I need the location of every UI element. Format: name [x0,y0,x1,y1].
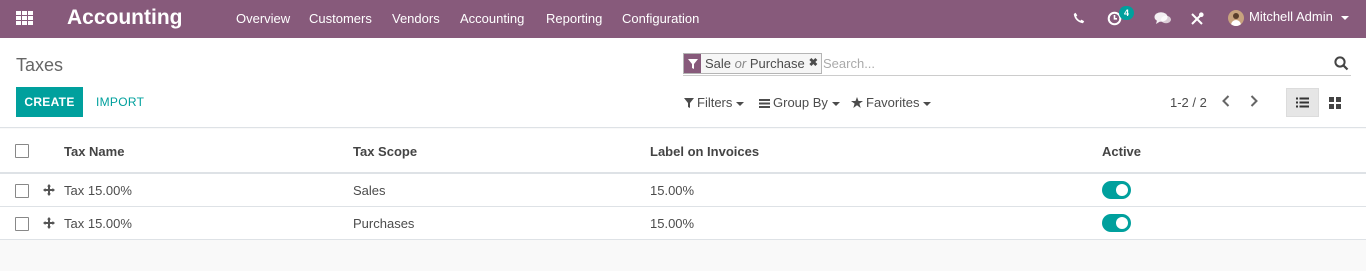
table-row[interactable]: Tax 15.00% Sales 15.00% [0,174,1366,207]
active-toggle[interactable] [1102,214,1131,232]
column-active[interactable]: Active [1102,144,1141,159]
menu-configuration[interactable]: Configuration [622,11,699,26]
search-facet[interactable]: Sale or Purchase ✖ [683,53,822,74]
close-icon[interactable]: ✖ [809,54,821,73]
filter-icon [684,54,701,73]
tax-scope-cell: Sales [353,183,386,198]
search-icon[interactable] [1334,56,1350,72]
chevron-right-icon[interactable] [1249,94,1263,110]
menu-customers[interactable]: Customers [309,11,372,26]
favorites-dropdown[interactable]: Favorites [851,95,932,110]
invoice-label-cell: 15.00% [650,216,695,231]
active-toggle[interactable] [1102,181,1131,199]
filter-icon [684,98,694,108]
drag-handle-icon[interactable] [43,184,55,196]
kanban-view-button[interactable] [1318,88,1351,117]
filters-dropdown[interactable]: Filters [684,95,745,110]
chat-icon[interactable] [1154,11,1172,29]
taxes-table: Tax Name Tax Scope Label on Invoices Act… [0,129,1366,240]
favorites-label: Favorites [866,95,920,110]
activity-count-badge: 4 [1119,6,1134,20]
bars-icon [759,99,770,108]
search-bar: Sale or Purchase ✖ [683,53,1351,76]
invoice-label-cell: 15.00% [650,183,695,198]
pager-value[interactable]: 1-2 / 2 [1170,95,1207,110]
search-input[interactable] [823,54,1303,73]
avatar [1228,10,1244,26]
tax-name-cell: Tax 15.00% [64,183,132,198]
star-icon [851,97,863,108]
menu-vendors[interactable]: Vendors [392,11,440,26]
list-view-button[interactable] [1286,88,1319,117]
chevron-down-icon [923,101,932,106]
group-by-label: Group By [773,95,828,110]
list-icon [1296,97,1309,108]
column-label-on-invoices[interactable]: Label on Invoices [650,144,759,159]
control-panel: Taxes Sale or Purchase ✖ CREATE IMPORT F… [0,38,1366,128]
drag-handle-icon[interactable] [43,217,55,229]
chevron-left-icon[interactable] [1221,94,1235,110]
page-title: Taxes [16,55,64,75]
facet-label: Sale or Purchase [705,56,805,71]
chevron-down-icon [831,101,840,106]
apps-grid-icon[interactable] [16,11,33,26]
column-tax-scope[interactable]: Tax Scope [353,144,417,159]
row-checkbox[interactable] [15,184,29,198]
menu-accounting[interactable]: Accounting [460,11,524,26]
phone-icon[interactable] [1073,12,1085,27]
row-checkbox[interactable] [15,217,29,231]
group-by-dropdown[interactable]: Group By [759,95,840,110]
menu-reporting[interactable]: Reporting [546,11,602,26]
chevron-down-icon [1341,15,1350,20]
tools-icon[interactable] [1190,12,1204,29]
table-row[interactable]: Tax 15.00% Purchases 15.00% [0,207,1366,240]
menu-overview[interactable]: Overview [236,11,290,26]
app-title[interactable]: Accounting [67,6,183,30]
chevron-down-icon [736,101,745,106]
import-button[interactable]: IMPORT [87,87,153,117]
top-navbar: Accounting Overview Customers Vendors Ac… [0,0,1366,38]
tax-name-cell: Tax 15.00% [64,216,132,231]
tax-scope-cell: Purchases [353,216,415,231]
table-header: Tax Name Tax Scope Label on Invoices Act… [0,129,1366,174]
filters-label: Filters [697,95,733,110]
user-name: Mitchell Admin [1249,9,1333,24]
kanban-icon [1328,96,1341,109]
column-tax-name[interactable]: Tax Name [64,144,124,159]
select-all-checkbox[interactable] [15,144,29,158]
create-button[interactable]: CREATE [16,87,83,117]
